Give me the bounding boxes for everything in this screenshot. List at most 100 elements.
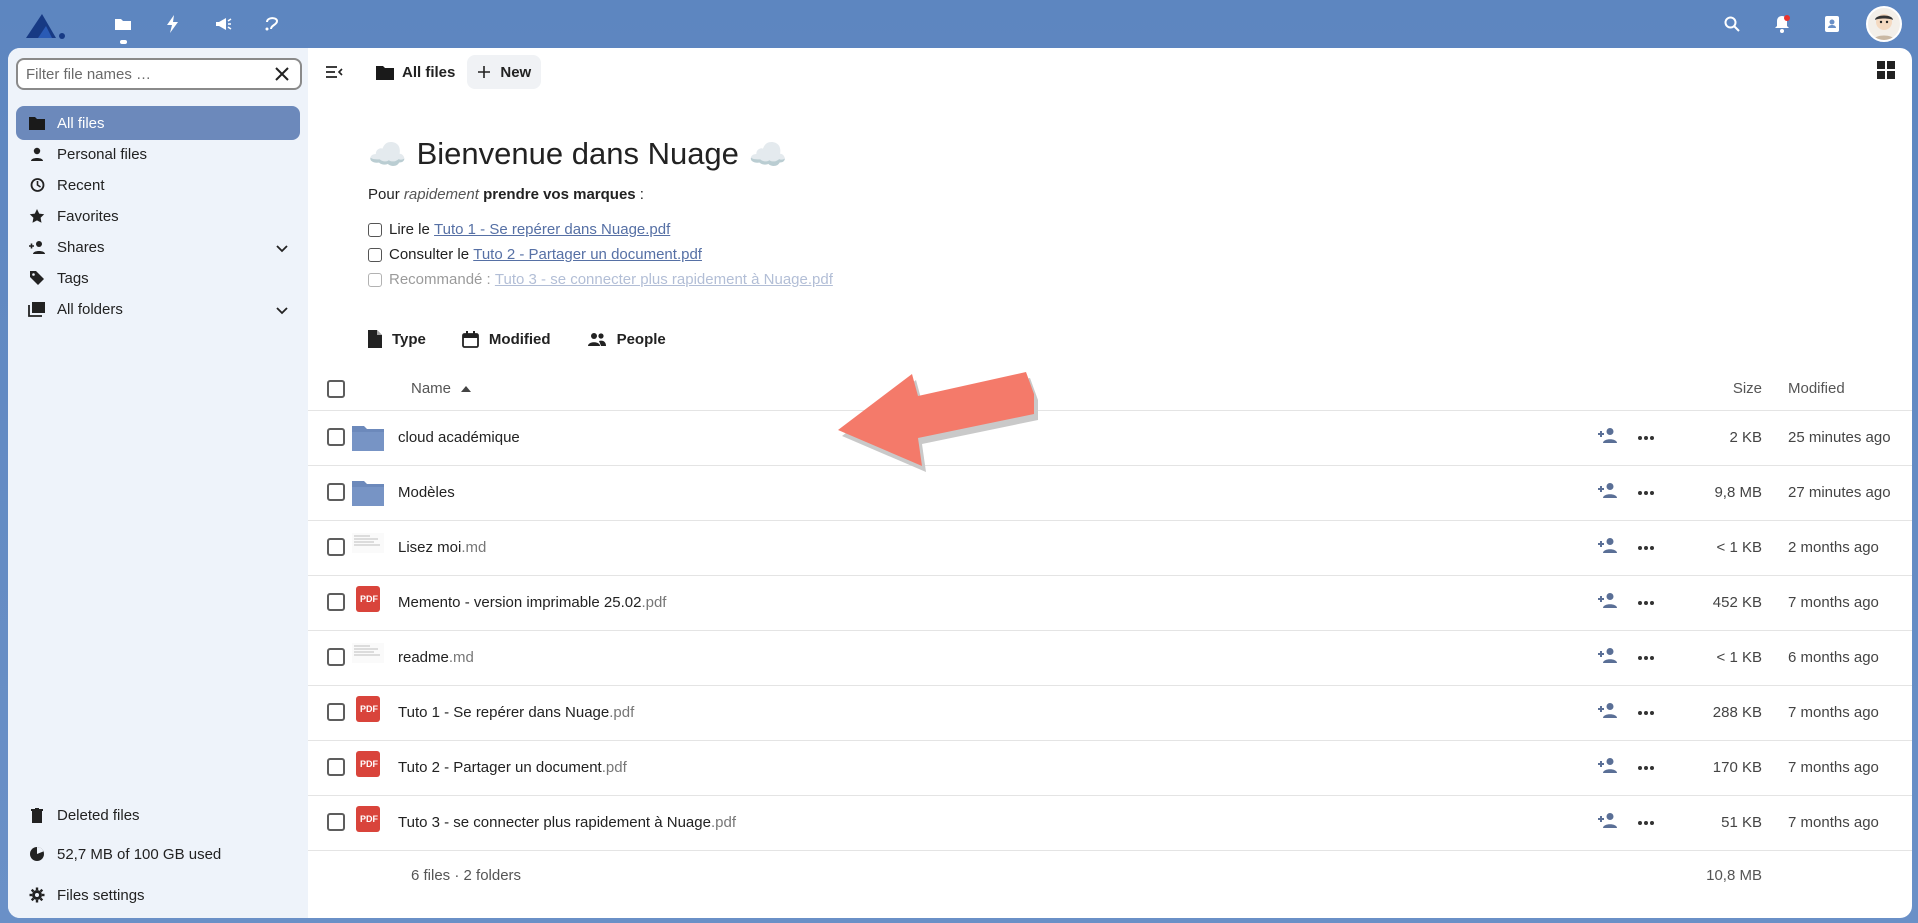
share-icon[interactable] [1598, 537, 1620, 559]
table-row[interactable]: Modèles 9,8 MB 27 minutes ago [308, 466, 1912, 521]
announcements-icon[interactable] [208, 10, 238, 38]
file-size: 9,8 MB [1714, 484, 1762, 501]
file-name[interactable]: Tuto 2 - Partager un document.pdf [398, 759, 627, 776]
grid-view-icon[interactable] [1876, 60, 1900, 84]
more-actions-icon[interactable] [1638, 702, 1660, 724]
table-row[interactable]: PDF Tuto 3 - se connecter plus rapidement… [308, 796, 1912, 851]
share-icon[interactable] [1598, 647, 1620, 669]
trash-icon [28, 806, 46, 824]
sidebar-item-tags[interactable]: Tags [16, 261, 300, 295]
table-header: Name Size Modified [308, 368, 1912, 411]
filter-box [16, 58, 302, 90]
activity-icon[interactable] [158, 10, 188, 38]
files-app-icon[interactable] [108, 10, 138, 44]
file-name[interactable]: Modèles [398, 484, 455, 501]
file-name[interactable]: readme.md [398, 649, 474, 666]
cloud-icon: ☁️ [748, 136, 788, 172]
row-checkbox[interactable] [327, 703, 345, 721]
sidebar-item-label: Shares [57, 238, 105, 256]
select-all-checkbox[interactable] [327, 380, 345, 398]
todo-checkbox[interactable] [368, 222, 382, 237]
sidebar-item-all-files[interactable]: All files [16, 106, 300, 140]
files-settings[interactable]: Files settings [16, 878, 300, 912]
file-name[interactable]: Memento - version imprimable 25.02.pdf [398, 594, 666, 611]
people-icon [587, 333, 606, 346]
sidebar-item-personal-files[interactable]: Personal files [16, 137, 300, 171]
file-name[interactable]: Tuto 1 - Se repérer dans Nuage.pdf [398, 704, 634, 721]
sidebar-item-label: Tags [57, 269, 89, 287]
modified-column-header[interactable]: Modified [1788, 380, 1845, 397]
nuage-logo[interactable] [22, 6, 72, 42]
modified-filter[interactable]: Modified [454, 322, 559, 356]
sidebar-item-deleted-files[interactable]: Deleted files [16, 798, 300, 832]
share-icon[interactable] [1598, 482, 1620, 504]
todo-checkbox[interactable] [368, 247, 382, 262]
todo-checkbox[interactable] [368, 272, 382, 287]
name-column-header[interactable]: Name [411, 380, 472, 397]
more-actions-icon[interactable] [1638, 592, 1660, 614]
search-icon[interactable] [1718, 10, 1746, 38]
todo-item: Lire le Tuto 1 - Se repérer dans Nuage.p… [368, 217, 833, 242]
table-row[interactable]: Lisez moi.md < 1 KB 2 months ago [308, 521, 1912, 576]
table-row[interactable]: PDF Memento - version imprimable 25.02.pd… [308, 576, 1912, 631]
row-checkbox[interactable] [327, 648, 345, 666]
file-name[interactable]: cloud académique [398, 429, 520, 446]
storage-quota[interactable]: 52,7 MB of 100 GB used [16, 837, 300, 871]
more-actions-icon[interactable] [1638, 757, 1660, 779]
more-actions-icon[interactable] [1638, 647, 1660, 669]
contacts-icon[interactable] [1818, 10, 1846, 38]
share-icon[interactable] [1598, 702, 1620, 724]
todo-link[interactable]: Tuto 3 - se connecter plus rapidement à … [495, 271, 833, 288]
todo-list: Lire le Tuto 1 - Se repérer dans Nuage.p… [368, 217, 833, 292]
chevron-down-icon[interactable] [276, 240, 288, 257]
more-actions-icon[interactable] [1638, 482, 1660, 504]
clear-filter-icon[interactable] [272, 64, 292, 84]
new-button-label: New [500, 63, 532, 81]
row-checkbox[interactable] [327, 428, 345, 446]
people-filter[interactable]: People [579, 322, 674, 356]
row-checkbox[interactable] [327, 593, 345, 611]
todo-link[interactable]: Tuto 1 - Se repérer dans Nuage.pdf [434, 221, 670, 238]
file-basename: Modèles [398, 484, 455, 501]
row-checkbox[interactable] [327, 813, 345, 831]
row-checkbox[interactable] [327, 483, 345, 501]
breadcrumb-all-files[interactable]: All files [366, 55, 465, 89]
chevron-down-icon[interactable] [276, 302, 288, 319]
row-checkbox[interactable] [327, 758, 345, 776]
share-icon[interactable] [1598, 427, 1620, 449]
toggle-sidebar-icon[interactable] [322, 60, 346, 84]
sidebar-item-all-folders[interactable]: All folders [16, 292, 300, 326]
filter-input[interactable] [26, 60, 266, 88]
new-button[interactable]: New [467, 55, 542, 89]
sidebar-item-recent[interactable]: Recent [16, 168, 300, 202]
more-actions-icon[interactable] [1638, 427, 1660, 449]
file-name[interactable]: Lisez moi.md [398, 539, 486, 556]
more-actions-icon[interactable] [1638, 537, 1660, 559]
table-row[interactable]: PDF Tuto 2 - Partager un document.pdf 170 … [308, 741, 1912, 796]
table-row[interactable]: cloud académique 2 KB 25 minutes ago [308, 411, 1912, 466]
sort-ascending-icon [461, 385, 472, 392]
row-checkbox[interactable] [327, 538, 345, 556]
user-avatar[interactable] [1866, 6, 1902, 42]
notifications-icon[interactable] [1768, 10, 1796, 38]
todo-prefix: Recommandé : [389, 271, 491, 288]
sidebar-item-label: Files settings [57, 886, 145, 904]
share-icon[interactable] [1598, 757, 1620, 779]
share-icon[interactable] [1598, 592, 1620, 614]
file-size: < 1 KB [1716, 539, 1762, 556]
size-column-header[interactable]: Size [1733, 380, 1762, 397]
file-name[interactable]: Tuto 3 - se connecter plus rapidement à … [398, 814, 736, 831]
sidebar-item-shares[interactable]: Shares [16, 230, 300, 264]
footer-total-size: 10,8 MB [1706, 867, 1762, 884]
table-row[interactable]: PDF Tuto 1 - Se repérer dans Nuage.pdf 288… [308, 686, 1912, 741]
flow-icon[interactable] [258, 10, 288, 38]
share-icon[interactable] [1598, 812, 1620, 834]
file-size: 2 KB [1729, 429, 1762, 446]
table-row[interactable]: readme.md < 1 KB 6 months ago [308, 631, 1912, 686]
more-actions-icon[interactable] [1638, 812, 1660, 834]
file-icon [368, 330, 382, 348]
todo-link[interactable]: Tuto 2 - Partager un document.pdf [473, 246, 702, 263]
type-filter[interactable]: Type [360, 322, 434, 356]
table-footer: 6 files · 2 folders 10,8 MB [308, 856, 1912, 896]
sidebar-item-favorites[interactable]: Favorites [16, 199, 300, 233]
